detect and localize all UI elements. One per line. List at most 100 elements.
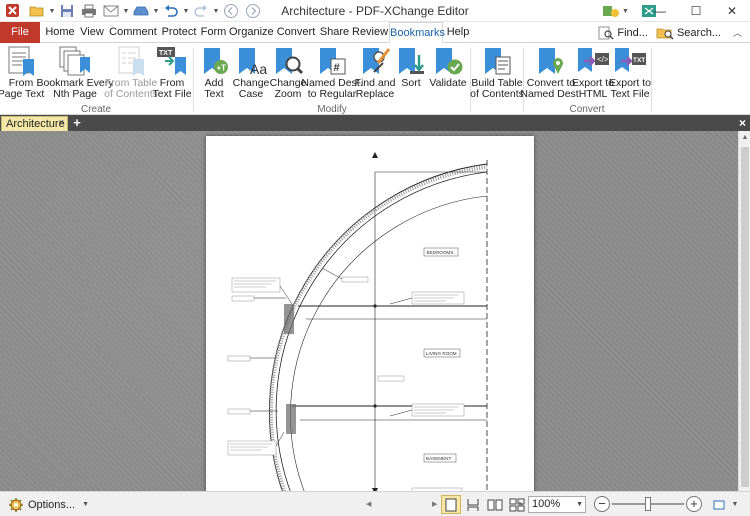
from-page-text-button[interactable]: From Page Text	[0, 45, 44, 103]
add-text-label-1: Add	[204, 77, 224, 89]
facing-view-button[interactable]	[485, 495, 505, 514]
svg-text:#: #	[334, 62, 340, 74]
quick-access-toolbar: ▼ ▼ ▼ ▼ ▼	[26, 2, 264, 20]
pdf-xchange-app-icon[interactable]	[5, 3, 20, 18]
tab-file[interactable]: File	[0, 22, 40, 43]
add-text-label-2: Text	[204, 88, 224, 100]
group-label-create: Create	[80, 104, 111, 115]
room-label-living-room: LIVING ROOM	[426, 351, 457, 356]
undo-icon[interactable]	[160, 2, 182, 20]
new-tab-button[interactable]: +	[71, 116, 83, 130]
change-case-label-1: Change	[232, 77, 270, 89]
email-icon[interactable]	[100, 2, 122, 20]
single-page-view-button[interactable]	[441, 495, 461, 514]
export-to-html-button[interactable]: </> Export to HTML	[572, 45, 614, 103]
bookmark-from-toc-icon	[118, 46, 144, 76]
chevron-down-icon[interactable]: ▼	[212, 2, 220, 20]
tab-home[interactable]: Home	[43, 22, 77, 43]
export-html-icon: </>	[578, 48, 609, 72]
room-label-bedrooms: BEDROOMS	[427, 250, 454, 255]
search-button[interactable]: Search...	[652, 22, 725, 43]
search-icon	[656, 28, 674, 39]
tab-protect[interactable]: Protect	[160, 22, 198, 43]
customize-ui-icon[interactable]	[600, 2, 622, 20]
print-icon[interactable]	[78, 2, 100, 20]
change-zoom-button[interactable]: Change Zoom	[270, 45, 306, 103]
close-button[interactable]: ✕	[714, 0, 750, 22]
tab-bookmarks[interactable]: Bookmarks	[389, 22, 445, 43]
validate-label: Validate	[429, 77, 467, 89]
from-table-of-contents-button[interactable]: From Table of Contents	[104, 45, 158, 103]
from-text-file-button[interactable]: TXT From Text File	[152, 45, 192, 103]
zoom-select[interactable]: 100% ▼	[528, 496, 586, 513]
collapse-ribbon-button[interactable]: ︿	[725, 22, 750, 43]
chevron-down-icon[interactable]: ▼	[182, 2, 190, 20]
tab-convert[interactable]: Convert	[275, 22, 317, 43]
scroll-up-icon[interactable]: ▲	[739, 131, 750, 145]
maximize-button[interactable]: ☐	[678, 0, 714, 22]
minimize-button[interactable]: —	[642, 0, 678, 22]
pdf-page[interactable]: BEDROOMS LIVING ROOM BASEMENT	[206, 136, 534, 496]
architectural-drawing: BEDROOMS LIVING ROOM BASEMENT	[227, 152, 488, 496]
tab-share[interactable]: Share	[319, 22, 350, 43]
svg-text:+T: +T	[217, 64, 227, 73]
back-icon[interactable]	[220, 2, 242, 20]
export-text-label-2: Text File	[610, 88, 650, 100]
add-text-icon: +T	[204, 48, 228, 74]
tab-organize[interactable]: Organize	[229, 22, 274, 43]
change-zoom-icon	[276, 48, 304, 75]
change-case-icon: Aa	[239, 48, 267, 77]
chevron-down-icon[interactable]: ▼	[152, 2, 160, 20]
convert-named-dest-icon	[539, 48, 563, 74]
validate-button[interactable]: Validate	[429, 45, 467, 103]
zoom-out-button[interactable]: −	[594, 496, 610, 512]
first-page-icon[interactable]: ◀	[366, 500, 371, 508]
bookmark-every-nth-page-button[interactable]: Bookmark Every Nth Page	[36, 45, 114, 103]
convert-named-dest-label-1: Convert to	[526, 77, 576, 89]
add-text-button[interactable]: +T Add Text	[196, 45, 232, 103]
chevron-down-icon[interactable]: ▼	[622, 2, 630, 20]
tab-view[interactable]: View	[79, 22, 105, 43]
document-tab-architecture[interactable]: Architecture ×	[1, 116, 68, 131]
tab-comment[interactable]: Comment	[108, 22, 158, 43]
named-dest-to-regular-icon: #	[320, 48, 346, 75]
vertical-scrollbar[interactable]: ▲	[738, 131, 750, 491]
save-icon[interactable]	[56, 2, 78, 20]
scan-icon[interactable]	[130, 2, 152, 20]
forward-icon[interactable]	[242, 2, 264, 20]
close-document-button[interactable]: ×	[739, 116, 746, 130]
document-tab-label: Architecture	[6, 118, 65, 130]
scrollbar-thumb[interactable]	[741, 147, 749, 487]
convert-to-named-dest-button[interactable]: Convert to Named Dest.	[520, 45, 582, 103]
find-and-replace-button[interactable]: Find and Replace	[355, 45, 395, 103]
find-button[interactable]: Find...	[594, 22, 652, 43]
export-to-text-file-button[interactable]: TXT Export to Text File	[609, 45, 651, 103]
tab-help[interactable]: Help	[445, 22, 471, 43]
room-label-basement: BASEMENT	[426, 456, 451, 461]
named-dest-label-2: to Regular	[307, 88, 357, 100]
group-label-modify: Modify	[317, 104, 347, 115]
convert-named-dest-label-2: Named Dest.	[520, 88, 582, 100]
chevron-down-icon[interactable]: ▼	[48, 2, 56, 20]
last-page-icon[interactable]: ▶	[432, 500, 437, 508]
continuous-view-button[interactable]	[463, 495, 483, 514]
tab-form[interactable]: Form	[200, 22, 227, 43]
close-tab-icon[interactable]: ×	[59, 117, 64, 127]
named-dest-to-regular-button[interactable]: # Named Dest. to Regular	[301, 45, 363, 103]
redo-icon[interactable]	[190, 2, 212, 20]
build-toc-label-1: Build Table	[471, 77, 523, 89]
build-table-of-contents-button[interactable]: Build Table of Contents	[470, 45, 524, 103]
sort-button[interactable]: Sort	[394, 45, 428, 103]
fit-page-icon[interactable]	[712, 497, 726, 512]
chevron-down-icon[interactable]: ▼	[728, 497, 742, 512]
tab-review[interactable]: Review	[352, 22, 388, 43]
zoom-slider-thumb[interactable]	[645, 497, 651, 511]
chevron-right-icon[interactable]: ▶	[519, 500, 524, 508]
options-button[interactable]: Options... ▼	[8, 496, 89, 513]
change-case-button[interactable]: Aa Change Case	[233, 45, 269, 103]
chevron-down-icon[interactable]: ▼	[122, 2, 130, 20]
zoom-in-button[interactable]: +	[686, 496, 702, 512]
find-replace-label-2: Replace	[355, 88, 395, 100]
open-folder-icon[interactable]	[26, 2, 48, 20]
group-separator	[651, 47, 652, 111]
